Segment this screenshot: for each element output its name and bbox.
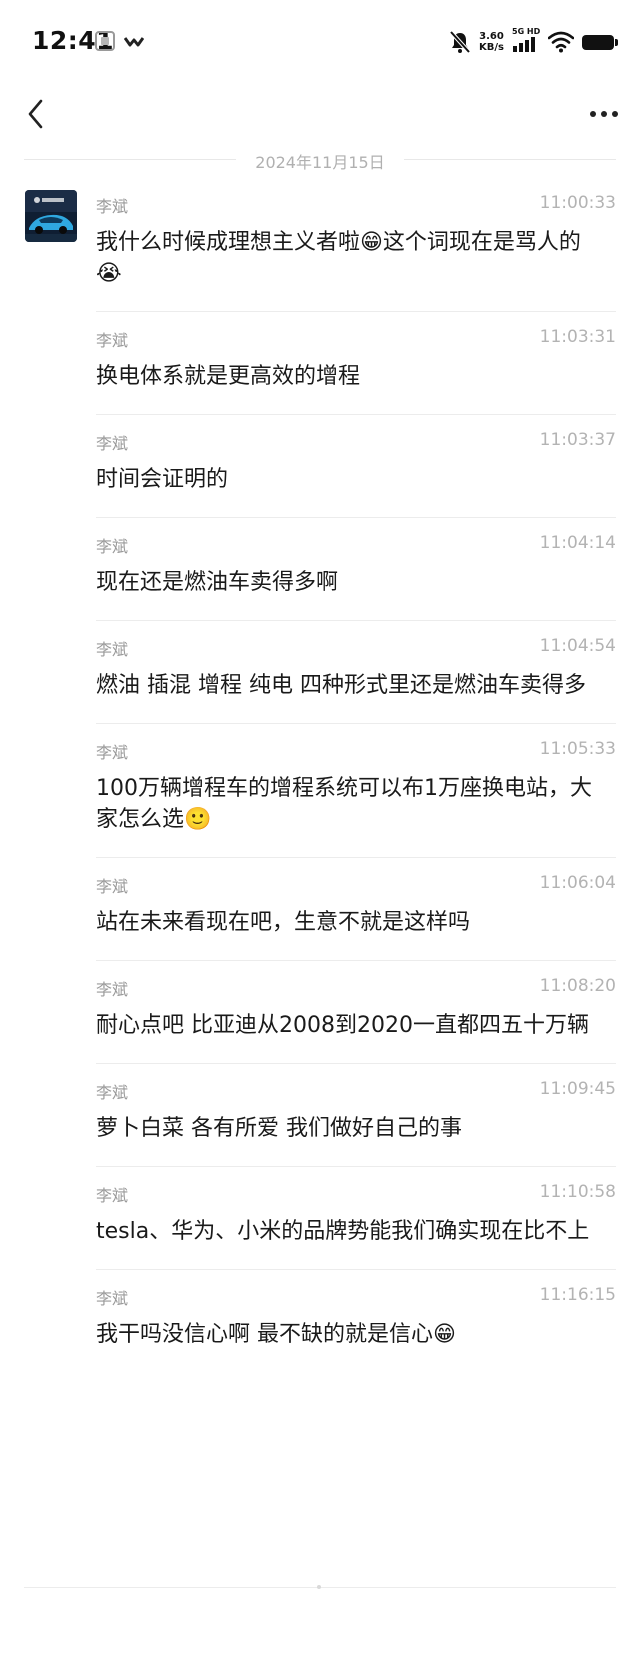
divider-line-right — [404, 159, 616, 160]
message-text: 时间会证明的 — [96, 467, 229, 492]
cell-signal-icon: 5G HD — [512, 27, 540, 55]
message-timestamp: 11:04:54 — [539, 636, 616, 656]
message-text: 我干吗没信心啊 最不缺的就是信心😁 — [96, 1322, 456, 1347]
message-item[interactable]: 李斌 11:06:04 站在未来看现在吧，生意不就是这样吗 — [96, 858, 616, 961]
message-text: 100万辆增程车的增程系统可以布1万座换电站，大家怎么选🙂 — [96, 776, 592, 832]
sender-name: 李斌 — [96, 1289, 129, 1308]
message-timestamp: 11:16:15 — [539, 1285, 616, 1305]
sender-name: 李斌 — [96, 877, 129, 896]
sender-name: 李斌 — [96, 331, 129, 350]
sender-name: 李斌 — [96, 1083, 129, 1102]
date-divider: 2024年11月15日 — [24, 148, 616, 172]
gallery-notification-icon — [95, 31, 115, 51]
message-timestamp: 11:03:31 — [539, 327, 616, 347]
more-options-button[interactable] — [582, 86, 626, 142]
net-speed-unit: KB/s — [479, 42, 504, 53]
message-item[interactable]: 李斌 11:04:14 现在还是燃油车卖得多啊 — [96, 518, 616, 621]
message-item[interactable]: 李斌 11:03:31 换电体系就是更高效的增程 — [96, 312, 616, 415]
message-item[interactable]: 李斌 11:09:45 萝卜白菜 各有所爱 我们做好自己的事 — [96, 1064, 616, 1167]
message-text: 站在未来看现在吧，生意不就是这样吗 — [96, 910, 471, 935]
sender-name: 李斌 — [96, 1186, 129, 1205]
message-item[interactable]: 李斌 11:03:37 时间会证明的 — [96, 415, 616, 518]
message-item[interactable]: 李斌 11:00:33 我什么时候成理想主义者啦😁这个词现在是骂人的😭 — [96, 178, 616, 312]
message-item[interactable]: 李斌 11:16:15 我干吗没信心啊 最不缺的就是信心😁 — [96, 1270, 616, 1372]
message-timestamp: 11:08:20 — [539, 976, 616, 996]
sender-name: 李斌 — [96, 980, 129, 999]
sender-name: 李斌 — [96, 537, 129, 556]
wifi-icon — [548, 31, 574, 53]
message-timestamp: 11:04:14 — [539, 533, 616, 553]
message-item[interactable]: 李斌 11:05:33 100万辆增程车的增程系统可以布1万座换电站，大家怎么选… — [96, 724, 616, 858]
message-text: 萝卜白菜 各有所爱 我们做好自己的事 — [96, 1116, 462, 1141]
net-speed-value: 3.60 — [479, 31, 504, 42]
message-timestamp: 11:06:04 — [539, 873, 616, 893]
chevron-left-icon — [28, 99, 43, 129]
message-timestamp: 11:03:37 — [539, 430, 616, 450]
message-text: 我什么时候成理想主义者啦😁这个词现在是骂人的😭 — [96, 230, 581, 286]
avatar[interactable] — [25, 190, 77, 242]
net-speed: 3.60 KB/s — [479, 31, 504, 53]
message-item[interactable]: 李斌 11:10:58 tesla、华为、小米的品牌势能我们确实现在比不上 — [96, 1167, 616, 1270]
more-horizontal-icon — [590, 111, 618, 117]
message-text: 换电体系就是更高效的增程 — [96, 364, 361, 389]
mute-bell-icon — [449, 30, 471, 54]
message-text: 现在还是燃油车卖得多啊 — [96, 570, 339, 595]
date-label: 2024年11月15日 — [255, 153, 385, 172]
sender-name: 李斌 — [96, 640, 129, 659]
battery-icon — [582, 34, 618, 50]
message-list: 李斌 11:00:33 我什么时候成理想主义者啦😁这个词现在是骂人的😭 李斌 1… — [0, 178, 640, 1372]
message-timestamp: 11:09:45 — [539, 1079, 616, 1099]
sender-name: 李斌 — [96, 434, 129, 453]
message-text: 耐心点吧 比亚迪从2008到2020一直都四五十万辆 — [96, 1013, 589, 1038]
nav-bar — [0, 86, 640, 142]
status-bar: 12:41 3.60 KB/s 5G HD — [0, 0, 640, 86]
sender-name: 李斌 — [96, 197, 129, 216]
message-text: 燃油 插混 增程 纯电 四种形式里还是燃油车卖得多 — [96, 673, 586, 698]
message-timestamp: 11:10:58 — [539, 1182, 616, 1202]
back-button[interactable] — [16, 86, 56, 142]
message-text: tesla、华为、小米的品牌势能我们确实现在比不上 — [96, 1219, 590, 1244]
footer-dot — [317, 1585, 321, 1589]
message-timestamp: 11:05:33 — [539, 739, 616, 759]
message-item[interactable]: 李斌 11:04:54 燃油 插混 增程 纯电 四种形式里还是燃油车卖得多 — [96, 621, 616, 724]
sender-name: 李斌 — [96, 743, 129, 762]
message-item[interactable]: 李斌 11:08:20 耐心点吧 比亚迪从2008到2020一直都四五十万辆 — [96, 961, 616, 1064]
app-notification-icon — [124, 37, 144, 47]
message-timestamp: 11:00:33 — [539, 193, 616, 213]
